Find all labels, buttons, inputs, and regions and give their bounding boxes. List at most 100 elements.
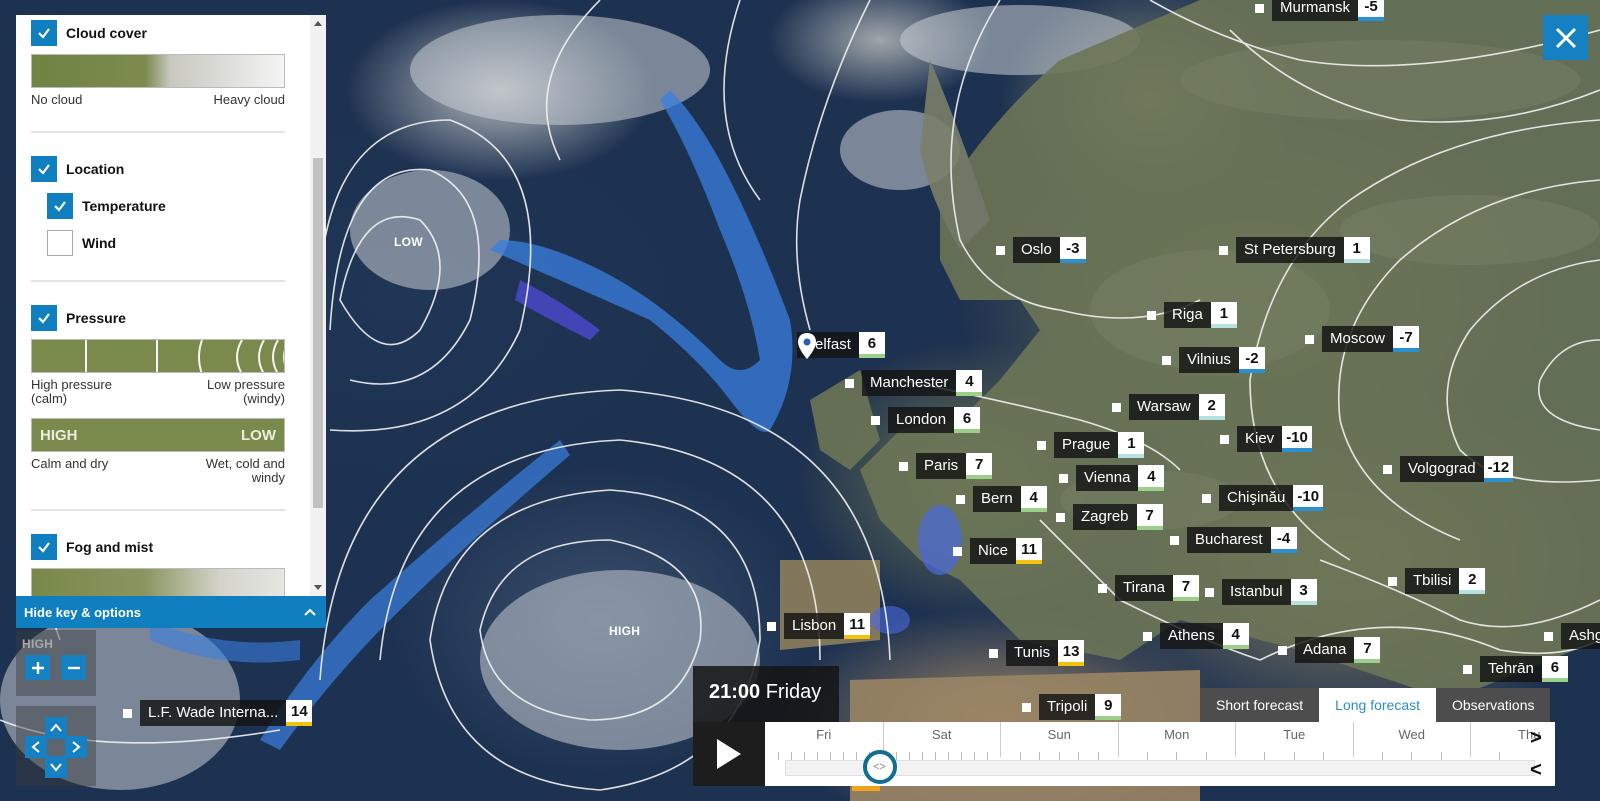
city-label[interactable]: London 6	[871, 407, 981, 433]
timeline-tick	[1097, 752, 1099, 760]
cloud-cover-checkbox[interactable]	[31, 20, 57, 46]
city-temperature: 4	[956, 370, 983, 396]
close-button[interactable]	[1543, 15, 1588, 60]
city-label[interactable]: Tbilisi 2	[1388, 568, 1486, 594]
city-name: Manchester	[862, 370, 957, 396]
temperature-toggle[interactable]: Temperature	[47, 193, 286, 219]
city-label[interactable]: Ashg	[1544, 623, 1600, 649]
wind-toggle[interactable]: Wind	[47, 230, 286, 256]
city-name: Nice	[970, 538, 1017, 564]
city-label[interactable]: Istanbul 3	[1205, 579, 1317, 605]
tab-observations[interactable]: Observations	[1436, 688, 1551, 722]
scroll-down-icon[interactable]	[314, 585, 322, 590]
city-name: Athens	[1160, 623, 1223, 649]
city-label[interactable]: Belfast 6	[797, 332, 885, 359]
city-label[interactable]: Moscow -7	[1305, 326, 1420, 352]
zoom-out-button[interactable]	[61, 655, 86, 680]
city-label[interactable]: Lisbon 11	[767, 613, 871, 639]
tab-long-forecast[interactable]: Long forecast	[1319, 688, 1436, 722]
city-marker-icon	[871, 415, 880, 425]
legend-high-pressure: High pressure (calm)	[31, 377, 112, 406]
key-scrollbar[interactable]	[310, 15, 326, 596]
city-label[interactable]: Paris 7	[899, 453, 993, 479]
city-name: Moscow	[1322, 326, 1394, 352]
city-label[interactable]: Manchester 4	[845, 370, 983, 396]
timeline-day-sat[interactable]: Sat	[882, 722, 1001, 757]
pan-down-button[interactable]	[45, 756, 67, 778]
pan-up-button[interactable]	[45, 717, 67, 739]
fog-toggle[interactable]: Fog and mist	[31, 534, 286, 560]
timeline-track[interactable]	[785, 760, 1535, 776]
city-name: Istanbul	[1222, 579, 1291, 605]
temperature-checkbox[interactable]	[47, 193, 73, 219]
minus-icon	[67, 666, 80, 669]
hide-key-button[interactable]: Hide key & options	[16, 596, 326, 628]
city-label[interactable]: Riga 1	[1147, 302, 1237, 328]
location-toggle[interactable]: Location	[31, 156, 286, 182]
timeline-tick	[960, 752, 962, 760]
pressure-toggle[interactable]: Pressure	[31, 305, 286, 331]
city-temperature: 7	[1136, 504, 1163, 530]
city-temperature: 3	[1290, 579, 1317, 605]
pan-left-button[interactable]	[25, 736, 47, 758]
fog-checkbox[interactable]	[31, 534, 57, 560]
city-label[interactable]: St Petersburg 1	[1219, 237, 1370, 263]
city-name: Ashg	[1561, 623, 1600, 649]
city-marker-icon	[1544, 631, 1553, 641]
city-label[interactable]: Bucharest -4	[1170, 527, 1297, 553]
key-section-fog: Fog and mist	[16, 534, 286, 596]
current-day: Friday	[765, 681, 822, 703]
pressure-isobar-legend-bar	[31, 339, 285, 373]
pressure-checkbox[interactable]	[31, 305, 57, 331]
tab-short-forecast[interactable]: Short forecast	[1200, 688, 1320, 722]
wind-checkbox[interactable]	[47, 230, 73, 256]
city-label[interactable]: Vilnius -2	[1162, 347, 1265, 373]
city-name: Riga	[1164, 302, 1211, 328]
city-label[interactable]: Warsaw 2	[1112, 394, 1225, 420]
city-temperature: 1	[1343, 237, 1370, 263]
check-icon	[38, 313, 50, 324]
timeline-tick	[908, 752, 910, 760]
city-marker-icon	[1305, 334, 1314, 344]
city-label[interactable]: Athens 4	[1143, 623, 1249, 649]
city-label[interactable]: Zagreb 7	[1056, 504, 1163, 530]
location-checkbox[interactable]	[31, 156, 57, 182]
city-label[interactable]: Murmansk -5	[1255, 0, 1385, 21]
city-marker-icon	[1147, 310, 1156, 320]
city-label[interactable]: Bern 4	[956, 486, 1047, 512]
timeline-tick	[1078, 752, 1080, 760]
city-label[interactable]: Oslo -3	[996, 237, 1086, 263]
timeline-prev-button[interactable]: <	[1517, 754, 1555, 786]
timeline-scrubber[interactable]: Fri Sat Sun Mon Tue Wed Thu <> > <	[765, 722, 1555, 786]
city-label[interactable]: Tirana 7	[1098, 575, 1199, 601]
timeline-day-fri[interactable]: Fri	[765, 722, 883, 757]
cloud-cover-toggle[interactable]: Cloud cover	[31, 20, 286, 46]
play-button[interactable]	[693, 722, 765, 786]
city-label[interactable]: Prague 1	[1037, 432, 1145, 458]
city-label[interactable]: Nice 11	[953, 538, 1043, 564]
city-marker-icon	[1170, 535, 1179, 545]
city-marker-icon	[989, 648, 998, 658]
city-marker-icon	[1219, 245, 1228, 255]
scroll-thumb[interactable]	[313, 158, 323, 508]
city-name: Kiev	[1237, 426, 1283, 452]
zoom-in-button[interactable]	[25, 655, 50, 680]
city-label[interactable]: Tripoli 9	[1022, 694, 1122, 720]
scroll-up-icon[interactable]	[314, 21, 322, 26]
city-label[interactable]: Vienna 4	[1059, 465, 1165, 491]
isobar-spacing-icon	[85, 340, 284, 372]
city-label[interactable]: Tunis 13	[989, 640, 1085, 666]
city-label[interactable]: Volgograd -12	[1383, 456, 1514, 482]
temperature-label: Temperature	[82, 198, 166, 214]
timeline-next-button[interactable]: >	[1517, 722, 1555, 754]
timeline-handle[interactable]: <>	[862, 750, 897, 784]
city-marker-icon	[1205, 587, 1214, 597]
city-temperature: 13	[1058, 640, 1085, 666]
city-name: Vilnius	[1179, 347, 1239, 373]
city-label[interactable]: Tehrān 6	[1463, 656, 1568, 682]
pan-right-button[interactable]	[65, 736, 87, 758]
city-label[interactable]: Kiev -10	[1220, 426, 1312, 452]
city-label[interactable]: Adana 7	[1278, 637, 1381, 663]
city-label[interactable]: L.F. Wade Interna... 14	[123, 700, 313, 726]
city-label[interactable]: Chişinău -10	[1202, 485, 1324, 511]
